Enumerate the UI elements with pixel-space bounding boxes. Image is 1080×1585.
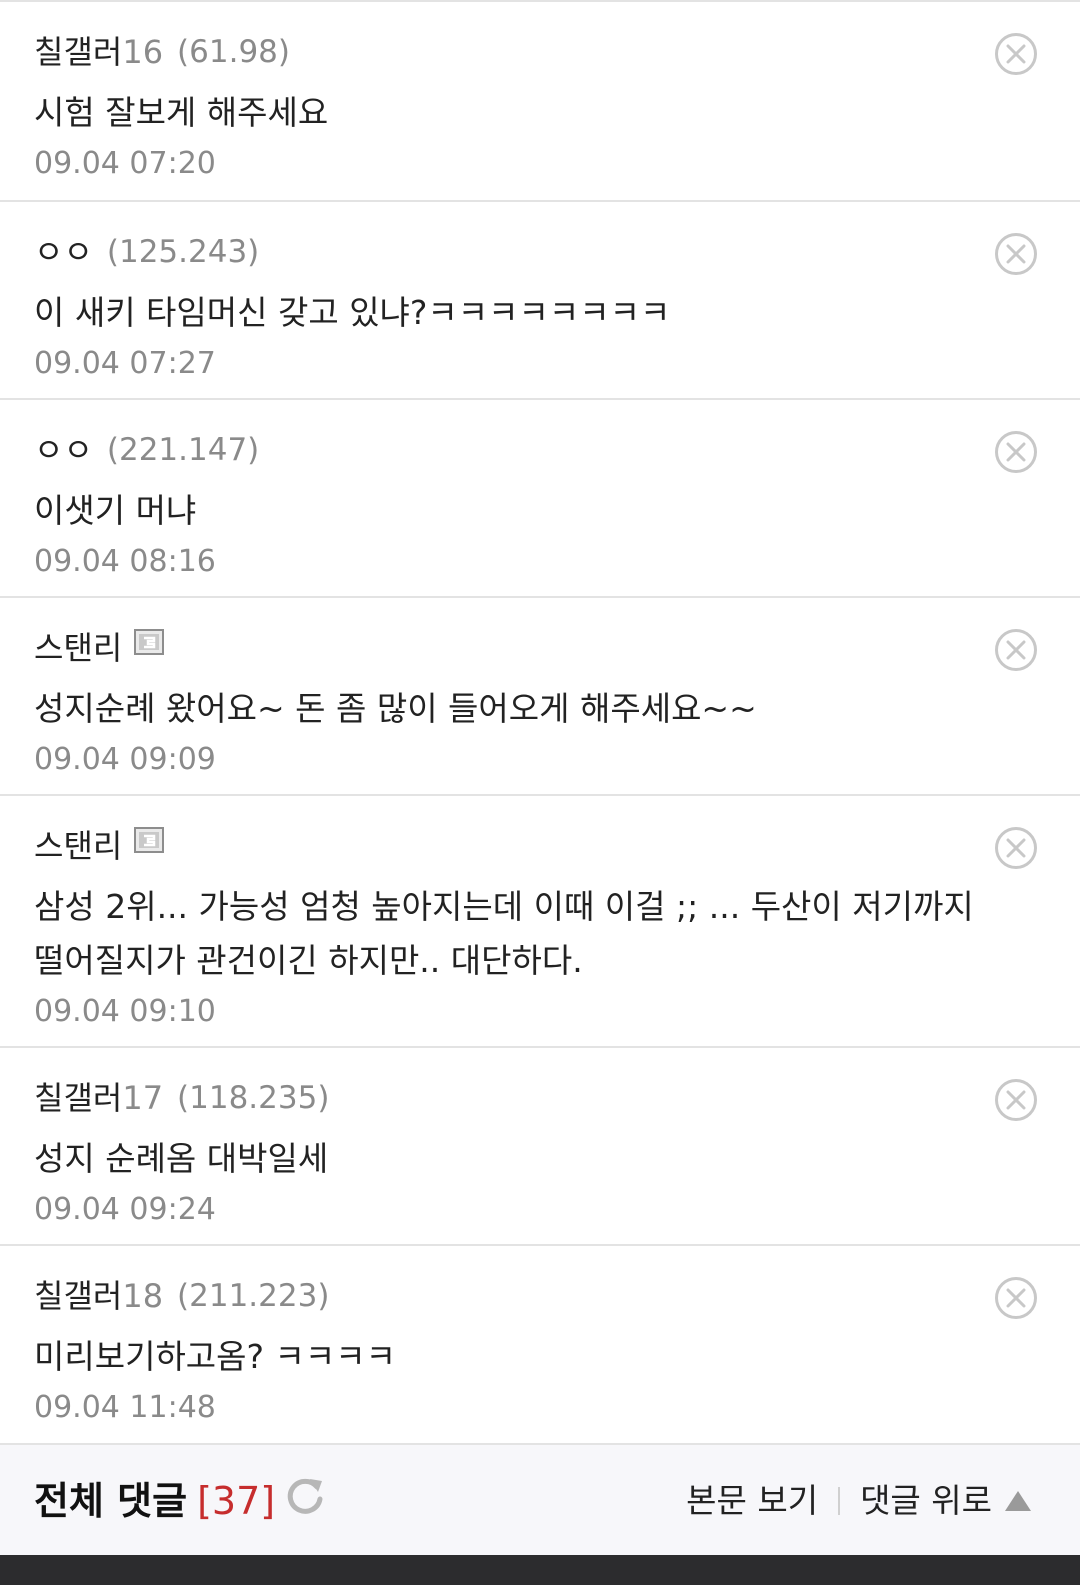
comment-ip: (211.223) bbox=[177, 1278, 330, 1314]
comment-nickname[interactable]: 칠갤러 bbox=[34, 30, 122, 74]
comment-item: 스탠리 성지순례 왔어요~ 돈 좀 많이 들어오게 해주세요~~ 09.04 0… bbox=[0, 596, 1080, 794]
comment-nickname[interactable]: ㅇㅇ bbox=[34, 428, 93, 472]
delete-comment-icon[interactable] bbox=[994, 1078, 1038, 1122]
comment-footer: 전체 댓글 [37] 본문 보기 댓글 위로 bbox=[0, 1443, 1080, 1555]
comment-meta: ㅇㅇ (125.243) bbox=[34, 230, 1046, 274]
comment-nickname[interactable]: 칠갤러 bbox=[34, 1076, 122, 1120]
delete-comment-icon[interactable] bbox=[994, 826, 1038, 870]
comment-nickname-number: 17 bbox=[122, 1079, 164, 1117]
comment-nickname-number: 18 bbox=[122, 1277, 164, 1315]
comment-meta: ㅇㅇ (221.147) bbox=[34, 428, 1046, 472]
comment-nickname[interactable]: 스탠리 bbox=[34, 824, 122, 868]
comment-text: 이샛기 머냐 bbox=[34, 491, 197, 530]
comment-count: [37] bbox=[197, 1479, 276, 1523]
comment-ip: (125.243) bbox=[106, 234, 260, 270]
comment-text: 이 새키 타임머신 갖고 있냐?ㅋㅋㅋㅋㅋㅋㅋㅋ bbox=[34, 293, 671, 332]
comment-item: ㅇㅇ (125.243) 이 새키 타임머신 갖고 있냐?ㅋㅋㅋㅋㅋㅋㅋㅋ 09… bbox=[0, 200, 1080, 398]
all-comments-title: 전체 댓글 [37] bbox=[34, 1475, 275, 1527]
comment-text: 성지 순례옴 대박일세 bbox=[34, 1139, 329, 1178]
comment-date: 09.04 07:20 bbox=[34, 146, 216, 181]
to-comment-top-link[interactable]: 댓글 위로 bbox=[860, 1479, 992, 1523]
comment-meta: 스탠리 bbox=[34, 824, 1046, 868]
refresh-icon[interactable] bbox=[284, 1475, 326, 1517]
comment-meta: 스탠리 bbox=[34, 626, 1046, 670]
comment-meta: 칠갤러 18 (211.223) bbox=[34, 1274, 1046, 1318]
comment-text: 삼성 2위... 가능성 엄청 높아지는데 이때 이걸 ;; ... 두산이 저… bbox=[34, 887, 974, 980]
view-post-link[interactable]: 본문 보기 bbox=[686, 1479, 818, 1523]
divider bbox=[838, 1487, 841, 1515]
comment-ip: (118.235) bbox=[177, 1080, 330, 1116]
fixed-nick-icon bbox=[134, 629, 165, 655]
comment-date: 09.04 07:27 bbox=[34, 346, 216, 381]
comment-meta: 칠갤러 17 (118.235) bbox=[34, 1076, 1046, 1120]
fixed-nick-icon bbox=[134, 827, 165, 853]
delete-comment-icon[interactable] bbox=[994, 32, 1038, 76]
comment-text: 시험 잘보게 해주세요 bbox=[34, 93, 329, 132]
comment-nickname[interactable]: 스탠리 bbox=[34, 626, 122, 670]
comment-text: 성지순례 왔어요~ 돈 좀 많이 들어오게 해주세요~~ bbox=[34, 689, 757, 728]
comment-date: 09.04 11:48 bbox=[34, 1390, 216, 1425]
comment-ip: (61.98) bbox=[177, 34, 290, 70]
comment-date: 09.04 09:24 bbox=[34, 1192, 216, 1227]
comment-text: 미리보기하고옴? ㅋㅋㅋㅋ bbox=[34, 1337, 396, 1376]
comment-meta: 칠갤러 16 (61.98) bbox=[34, 30, 1046, 74]
delete-comment-icon[interactable] bbox=[994, 232, 1038, 276]
comment-item: 칠갤러 18 (211.223) 미리보기하고옴? ㅋㅋㅋㅋ 09.04 11:4… bbox=[0, 1244, 1080, 1442]
all-comments-label: 전체 댓글 bbox=[34, 1479, 188, 1523]
comment-item: 스탠리 삼성 2위... 가능성 엄청 높아지는데 이때 이걸 ;; ... 두… bbox=[0, 794, 1080, 1046]
footer-links: 본문 보기 댓글 위로 bbox=[686, 1479, 1032, 1523]
triangle-up-icon[interactable] bbox=[1004, 1489, 1032, 1513]
comment-ip: (221.147) bbox=[106, 432, 260, 468]
comment-date: 09.04 08:16 bbox=[34, 544, 216, 579]
comment-date: 09.04 09:09 bbox=[34, 742, 216, 777]
comment-nickname-number: 16 bbox=[122, 33, 164, 71]
delete-comment-icon[interactable] bbox=[994, 430, 1038, 474]
delete-comment-icon[interactable] bbox=[994, 1276, 1038, 1320]
delete-comment-icon[interactable] bbox=[994, 628, 1038, 672]
comment-item: 칠갤러 16 (61.98) 시험 잘보게 해주세요 09.04 07:20 bbox=[0, 0, 1080, 200]
comment-item: 칠갤러 17 (118.235) 성지 순례옴 대박일세 09.04 09:24 bbox=[0, 1046, 1080, 1244]
comment-item: ㅇㅇ (221.147) 이샛기 머냐 09.04 08:16 bbox=[0, 398, 1080, 596]
comment-date: 09.04 09:10 bbox=[34, 994, 216, 1029]
bottom-bar bbox=[0, 1555, 1080, 1585]
comment-list: 칠갤러 16 (61.98) 시험 잘보게 해주세요 09.04 07:20 ㅇㅇ… bbox=[0, 0, 1080, 1442]
comment-nickname[interactable]: ㅇㅇ bbox=[34, 230, 93, 274]
comment-nickname[interactable]: 칠갤러 bbox=[34, 1274, 122, 1318]
